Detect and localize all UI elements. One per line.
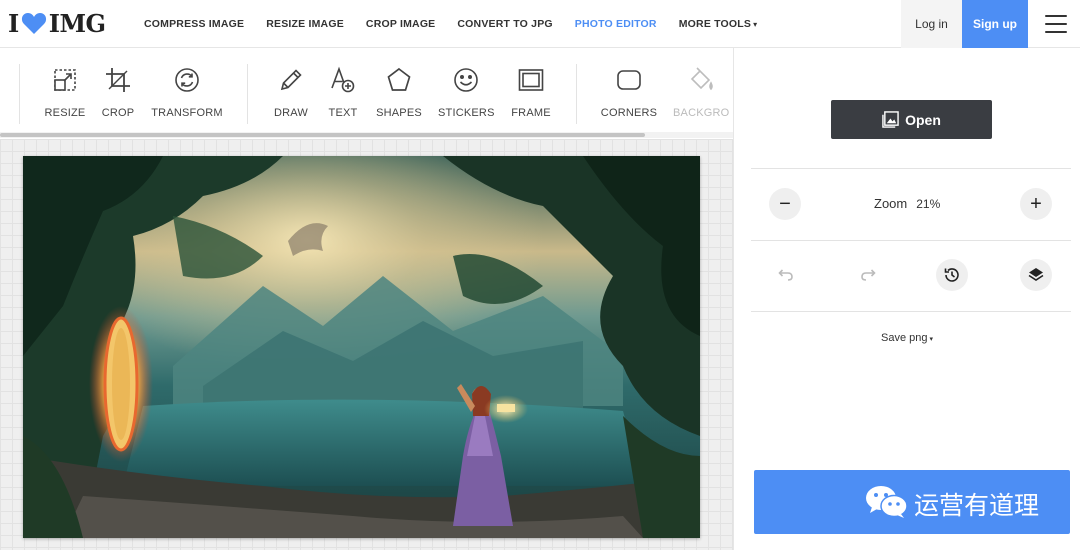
smiley-icon xyxy=(454,68,478,92)
tool-stickers-label: STICKERS xyxy=(438,107,495,119)
nav-photo-editor[interactable]: PHOTO EDITOR xyxy=(575,18,657,30)
tool-corners-label: CORNERS xyxy=(600,107,658,119)
login-button[interactable]: Log in xyxy=(901,0,962,48)
top-header: I IMG COMPRESS IMAGE RESIZE IMAGE CROP I… xyxy=(0,0,1080,48)
caret-down-icon: ▾ xyxy=(753,19,758,29)
signup-button[interactable]: Sign up xyxy=(962,0,1028,48)
tool-crop[interactable]: CROP xyxy=(100,66,136,119)
tool-draw[interactable]: DRAW xyxy=(272,66,310,119)
main-nav: COMPRESS IMAGE RESIZE IMAGE CROP IMAGE C… xyxy=(144,18,779,30)
toolbar-divider xyxy=(247,64,248,124)
tool-transform-label: TRANSFORM xyxy=(151,107,223,119)
nav-convert-to-jpg[interactable]: CONVERT TO JPG xyxy=(457,18,552,30)
toolbar-divider xyxy=(576,64,577,124)
logo-text-img: IMG xyxy=(48,9,106,38)
nav-compress-image[interactable]: COMPRESS IMAGE xyxy=(144,18,244,30)
tool-background-label: BACKGRO xyxy=(673,107,729,119)
panel-divider xyxy=(751,168,1071,169)
editor-toolbar: RESIZE CROP TRANSFORM DRAW TEXT SHAPES S… xyxy=(0,48,733,138)
tool-draw-label: DRAW xyxy=(274,107,308,119)
zoom-out-button[interactable]: − xyxy=(769,188,801,220)
save-format-label: Save png xyxy=(881,332,928,344)
nav-more-tools-label: MORE TOOLS xyxy=(678,17,752,30)
corners-icon xyxy=(617,70,641,90)
undo-button[interactable] xyxy=(769,259,801,291)
edited-photo[interactable] xyxy=(23,156,700,538)
text-add-icon xyxy=(331,66,355,93)
save-button[interactable]: 运营有道理 xyxy=(754,470,1070,534)
wechat-icon xyxy=(866,486,908,518)
panel-divider xyxy=(751,311,1071,312)
frame-icon xyxy=(518,69,544,91)
redo-button[interactable] xyxy=(853,259,885,291)
heart-icon xyxy=(21,12,46,34)
tool-background[interactable]: BACKGRO xyxy=(673,66,729,119)
zoom-in-button[interactable]: + xyxy=(1020,188,1052,220)
layers-button[interactable] xyxy=(1020,259,1052,291)
resize-icon xyxy=(54,69,76,91)
panel-divider xyxy=(751,240,1071,241)
fantasy-landscape-image xyxy=(23,156,700,538)
scrollbar-thumb[interactable] xyxy=(0,133,645,137)
tool-crop-label: CROP xyxy=(101,107,135,119)
caret-down-icon: ▾ xyxy=(929,336,933,343)
undo-icon xyxy=(778,269,793,281)
transform-icon xyxy=(175,68,199,92)
nav-resize-image[interactable]: RESIZE IMAGE xyxy=(266,18,344,30)
tool-frame[interactable]: FRAME xyxy=(509,66,553,119)
editor-canvas[interactable] xyxy=(0,139,733,550)
history-icon xyxy=(944,268,959,282)
save-format-dropdown[interactable]: Save png ▾ xyxy=(881,332,933,344)
toolbar-scrollbar[interactable] xyxy=(0,132,733,138)
ilovimg-logo[interactable]: I IMG xyxy=(8,0,126,48)
toolbar-divider xyxy=(19,64,20,124)
tool-stickers[interactable]: STICKERS xyxy=(438,66,494,119)
tool-text[interactable]: TEXT xyxy=(326,66,360,119)
hamburger-menu-icon[interactable] xyxy=(1040,12,1072,36)
crop-icon xyxy=(106,68,130,92)
shapes-icon xyxy=(387,67,411,91)
tool-text-label: TEXT xyxy=(328,107,358,119)
redo-icon xyxy=(861,269,876,281)
open-button-label: Open xyxy=(905,111,941,128)
nav-more-tools[interactable]: MORE TOOLS ▾ xyxy=(679,18,758,30)
tool-shapes-label: SHAPES xyxy=(376,107,422,119)
open-button[interactable]: Open xyxy=(831,100,992,139)
zoom-value: 21% xyxy=(916,197,941,211)
zoom-readout: Zoom 21% xyxy=(874,196,940,211)
tool-frame-label: FRAME xyxy=(511,107,551,119)
tool-shapes[interactable]: SHAPES xyxy=(375,66,423,119)
watermark-text: 运营有道理 xyxy=(914,491,1040,520)
tool-corners[interactable]: CORNERS xyxy=(600,66,658,119)
tool-resize[interactable]: RESIZE xyxy=(43,66,87,119)
pencil-icon xyxy=(280,69,302,91)
zoom-label: Zoom xyxy=(874,196,908,211)
paint-bucket-icon xyxy=(690,67,713,91)
nav-crop-image[interactable]: CROP IMAGE xyxy=(366,18,435,30)
tool-resize-label: RESIZE xyxy=(44,107,86,119)
tool-transform[interactable]: TRANSFORM xyxy=(151,66,223,119)
image-icon xyxy=(882,111,899,128)
history-button[interactable] xyxy=(936,259,968,291)
layers-icon xyxy=(1028,268,1044,281)
logo-letter-i: I xyxy=(8,9,19,38)
right-panel: Open − Zoom 21% + Save png ▾ 运营有道理 xyxy=(733,48,1080,550)
